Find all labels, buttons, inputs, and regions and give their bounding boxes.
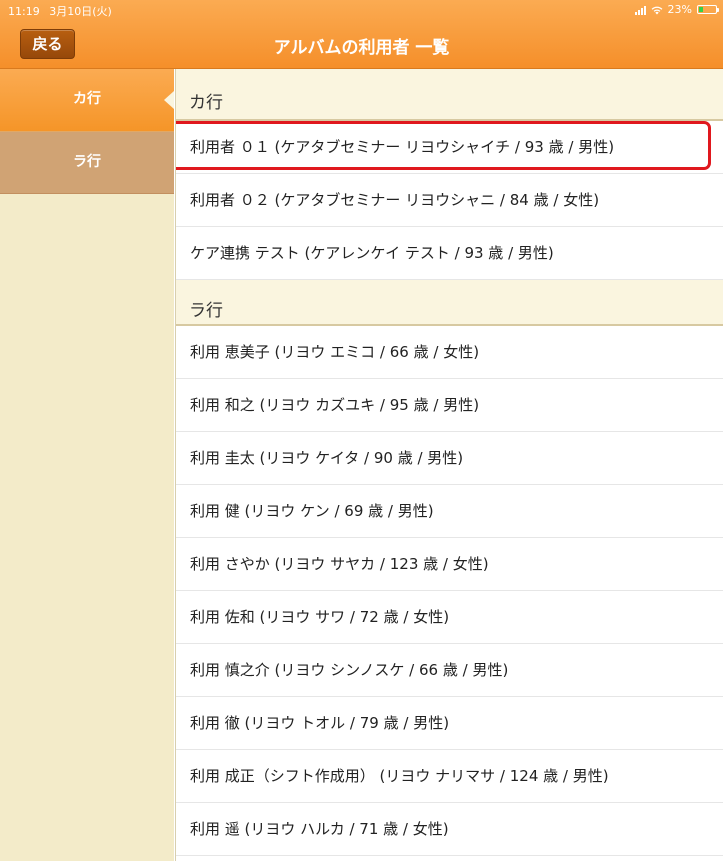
index-sidebar: カ行 ラ行 [0, 69, 174, 861]
list-item[interactable]: 利用 慎之介 (リヨウ シンノスケ / 66 歳 / 男性) [176, 644, 723, 697]
status-date: 3月10日(火) [49, 5, 112, 18]
list-item[interactable]: 利用 健 (リヨウ ケン / 69 歳 / 男性) [176, 485, 723, 538]
section-header-ka: カ行 [176, 69, 723, 121]
page-title: アルバムの利用者 一覧 [273, 38, 450, 58]
list-item[interactable]: 利用 和之 (リヨウ カズユキ / 95 歳 / 男性) [176, 379, 723, 432]
app-screen: 11:19 3月10日(火) 23% 戻る アルバムの利用者 一覧 カ行 ラ行 … [0, 0, 723, 861]
status-bar-right: 23% [634, 3, 719, 16]
status-time: 11:19 [8, 5, 40, 18]
battery-icon [697, 5, 719, 14]
list-item[interactable]: 利用者 ０２ (ケアタブセミナー リヨウシャニ / 84 歳 / 女性) [176, 174, 723, 227]
battery-percentage: 23% [667, 3, 692, 16]
status-bar-time: 11:19 3月10日(火) [8, 3, 112, 19]
wifi-icon [651, 6, 662, 14]
list-item[interactable]: 利用 恵美子 (リヨウ エミコ / 66 歳 / 女性) [176, 326, 723, 379]
list-item[interactable]: ケア連携 テスト (ケアレンケイ テスト / 93 歳 / 男性) [176, 227, 723, 280]
battery-level-fill [699, 7, 703, 12]
cellular-signal-icon [634, 5, 646, 15]
list-item[interactable]: 利用 佐和 (リヨウ サワ / 72 歳 / 女性) [176, 591, 723, 644]
list-item[interactable]: 利用 遥 (リヨウ ハルカ / 71 歳 / 女性) [176, 803, 723, 856]
sidebar-item-label: ラ行 [73, 154, 101, 170]
list-item[interactable]: 利用 圭太 (リヨウ ケイタ / 90 歳 / 男性) [176, 432, 723, 485]
list-item[interactable]: 利用 成正（シフト作成用） (リヨウ ナリマサ / 124 歳 / 男性) [176, 750, 723, 803]
user-list[interactable]: カ行 利用者 ０１ (ケアタブセミナー リヨウシャイチ / 93 歳 / 男性)… [175, 69, 723, 861]
sidebar-item-ka[interactable]: カ行 [0, 69, 174, 132]
selection-pointer [164, 91, 174, 109]
section-header-ra: ラ行 [176, 280, 723, 326]
sidebar-item-label: カ行 [73, 91, 101, 107]
sidebar-item-ra[interactable]: ラ行 [0, 132, 174, 194]
navigation-bar: 11:19 3月10日(火) 23% 戻る アルバムの利用者 一覧 [0, 0, 723, 69]
list-item[interactable]: 利用 さやか (リヨウ サヤカ / 123 歳 / 女性) [176, 538, 723, 591]
list-item[interactable]: 利用者 ０１ (ケアタブセミナー リヨウシャイチ / 93 歳 / 男性) [176, 121, 723, 174]
list-item[interactable]: 利用 徹 (リヨウ トオル / 79 歳 / 男性) [176, 697, 723, 750]
